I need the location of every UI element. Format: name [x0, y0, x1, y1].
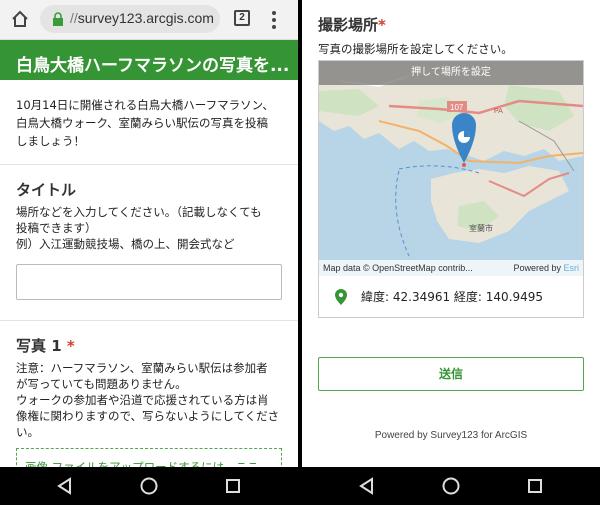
intro-line: 10月14日に開催される白鳥大橋ハーフマラソン、 [16, 98, 274, 112]
photo-upload-button[interactable]: 画像 ファイルをアップロードするには、ここ... [16, 448, 282, 467]
more-menu-icon[interactable] [272, 11, 276, 29]
survey-form-pane-left: //survey123.arcgis.com 2 白鳥大橋ハーフマラソンの写真を… [0, 0, 298, 467]
location-map-card: 107 PA 室蘭市 押して場所を設定 Map data © OpenStree… [318, 60, 584, 318]
location-question-hint: 写真の撮影場所を設定してください。 [318, 42, 513, 56]
lock-icon [53, 12, 63, 26]
required-marker: * [378, 16, 386, 34]
intro-line: 白鳥大橋ウォーク、室蘭みらい駅伝の写真を投稿 [16, 116, 268, 130]
survey-intro: 10月14日に開催される白鳥大橋ハーフマラソン、 白鳥大橋ウォーク、室蘭みらい駅… [0, 80, 298, 165]
hint-line: ウォークの参加者や沿道で応援されている方は肖 [16, 393, 269, 407]
location-label-text: 撮影場所 [318, 16, 379, 34]
route-label: 107 [450, 103, 464, 112]
url-text: //survey123.arcgis.com [70, 10, 214, 26]
hint-line: 例）入江運動競技場、橋の上、開会式など [16, 237, 235, 251]
title-question-hint: 場所などを入力してください。（記載しなくても 投稿できます） 例）入江運動競技場… [16, 204, 282, 252]
map-pin-icon [335, 289, 347, 305]
android-nav-bar [302, 467, 600, 505]
url-scheme: // [70, 10, 78, 26]
title-question-label: タイトル [16, 181, 77, 199]
map-attribution: Map data © OpenStreetMap contrib... Powe… [319, 260, 583, 276]
recents-icon[interactable] [525, 476, 545, 496]
coordinates-row: 緯度: 42.34961 経度: 140.9495 [319, 276, 583, 318]
back-icon[interactable] [55, 476, 75, 496]
recents-icon[interactable] [223, 476, 243, 496]
powered-by-esri: Powered by Esri [513, 260, 579, 276]
hint-line: 場所などを入力してください。（記載しなくても [16, 205, 262, 219]
city-label: 室蘭市 [469, 223, 493, 233]
hint-line: 像権に関わりますので、写らないようにしてくださ [16, 409, 280, 423]
coordinates-text: 緯度: 42.34961 経度: 140.9495 [361, 290, 544, 304]
esri-label: Esri [563, 263, 580, 273]
powered-by-prefix: Powered by [513, 263, 561, 273]
photo-label-text: 写真 1 [16, 337, 62, 355]
hint-line: 投稿できます） [16, 221, 97, 235]
survey-header-title: 白鳥大橋ハーフマラソンの写真を... [0, 40, 298, 80]
map-instruction-banner: 押して場所を設定 [319, 61, 583, 85]
photo-question-label: 写真 1 * [16, 335, 282, 356]
home-icon[interactable] [10, 9, 30, 29]
required-marker: * [66, 337, 75, 355]
survey-form-pane-right: 撮影場所* 写真の撮影場所を設定してください。 107 PA 室蘭市 押して場所… [302, 0, 600, 467]
home-nav-icon[interactable] [139, 476, 159, 496]
attribution-text: Map data © OpenStreetMap contrib... [323, 263, 473, 273]
route-label-2: PA [494, 108, 503, 115]
url-host: survey123.arcgis.com [77, 10, 214, 26]
location-map[interactable]: 107 PA 室蘭市 押して場所を設定 Map data © OpenStree… [319, 61, 583, 276]
hint-line: い。 [16, 425, 39, 439]
intro-line: しましょう！ [16, 134, 85, 148]
browser-toolbar: //survey123.arcgis.com 2 [0, 0, 298, 40]
home-nav-icon[interactable] [441, 476, 461, 496]
map-canvas: 107 PA 室蘭市 [319, 61, 583, 276]
submit-button[interactable]: 送信 [318, 357, 584, 391]
survey123-footer: Powered by Survey123 for ArcGIS [374, 430, 528, 441]
divider [0, 320, 298, 321]
back-icon[interactable] [357, 476, 377, 496]
hint-line: が写っていても問題ありません。 [16, 377, 187, 391]
tab-switcher-icon[interactable]: 2 [234, 10, 250, 26]
url-bar[interactable]: //survey123.arcgis.com [40, 5, 220, 33]
hint-line: 注意：ハーフマラソン、室蘭みらい駅伝は参加者 [16, 361, 268, 375]
title-text-input[interactable] [16, 264, 282, 300]
location-question-label: 撮影場所* [318, 14, 584, 35]
photo-question-hint: 注意：ハーフマラソン、室蘭みらい駅伝は参加者 が写っていても問題ありません。 ウ… [16, 360, 282, 440]
android-nav-bar [0, 467, 298, 505]
